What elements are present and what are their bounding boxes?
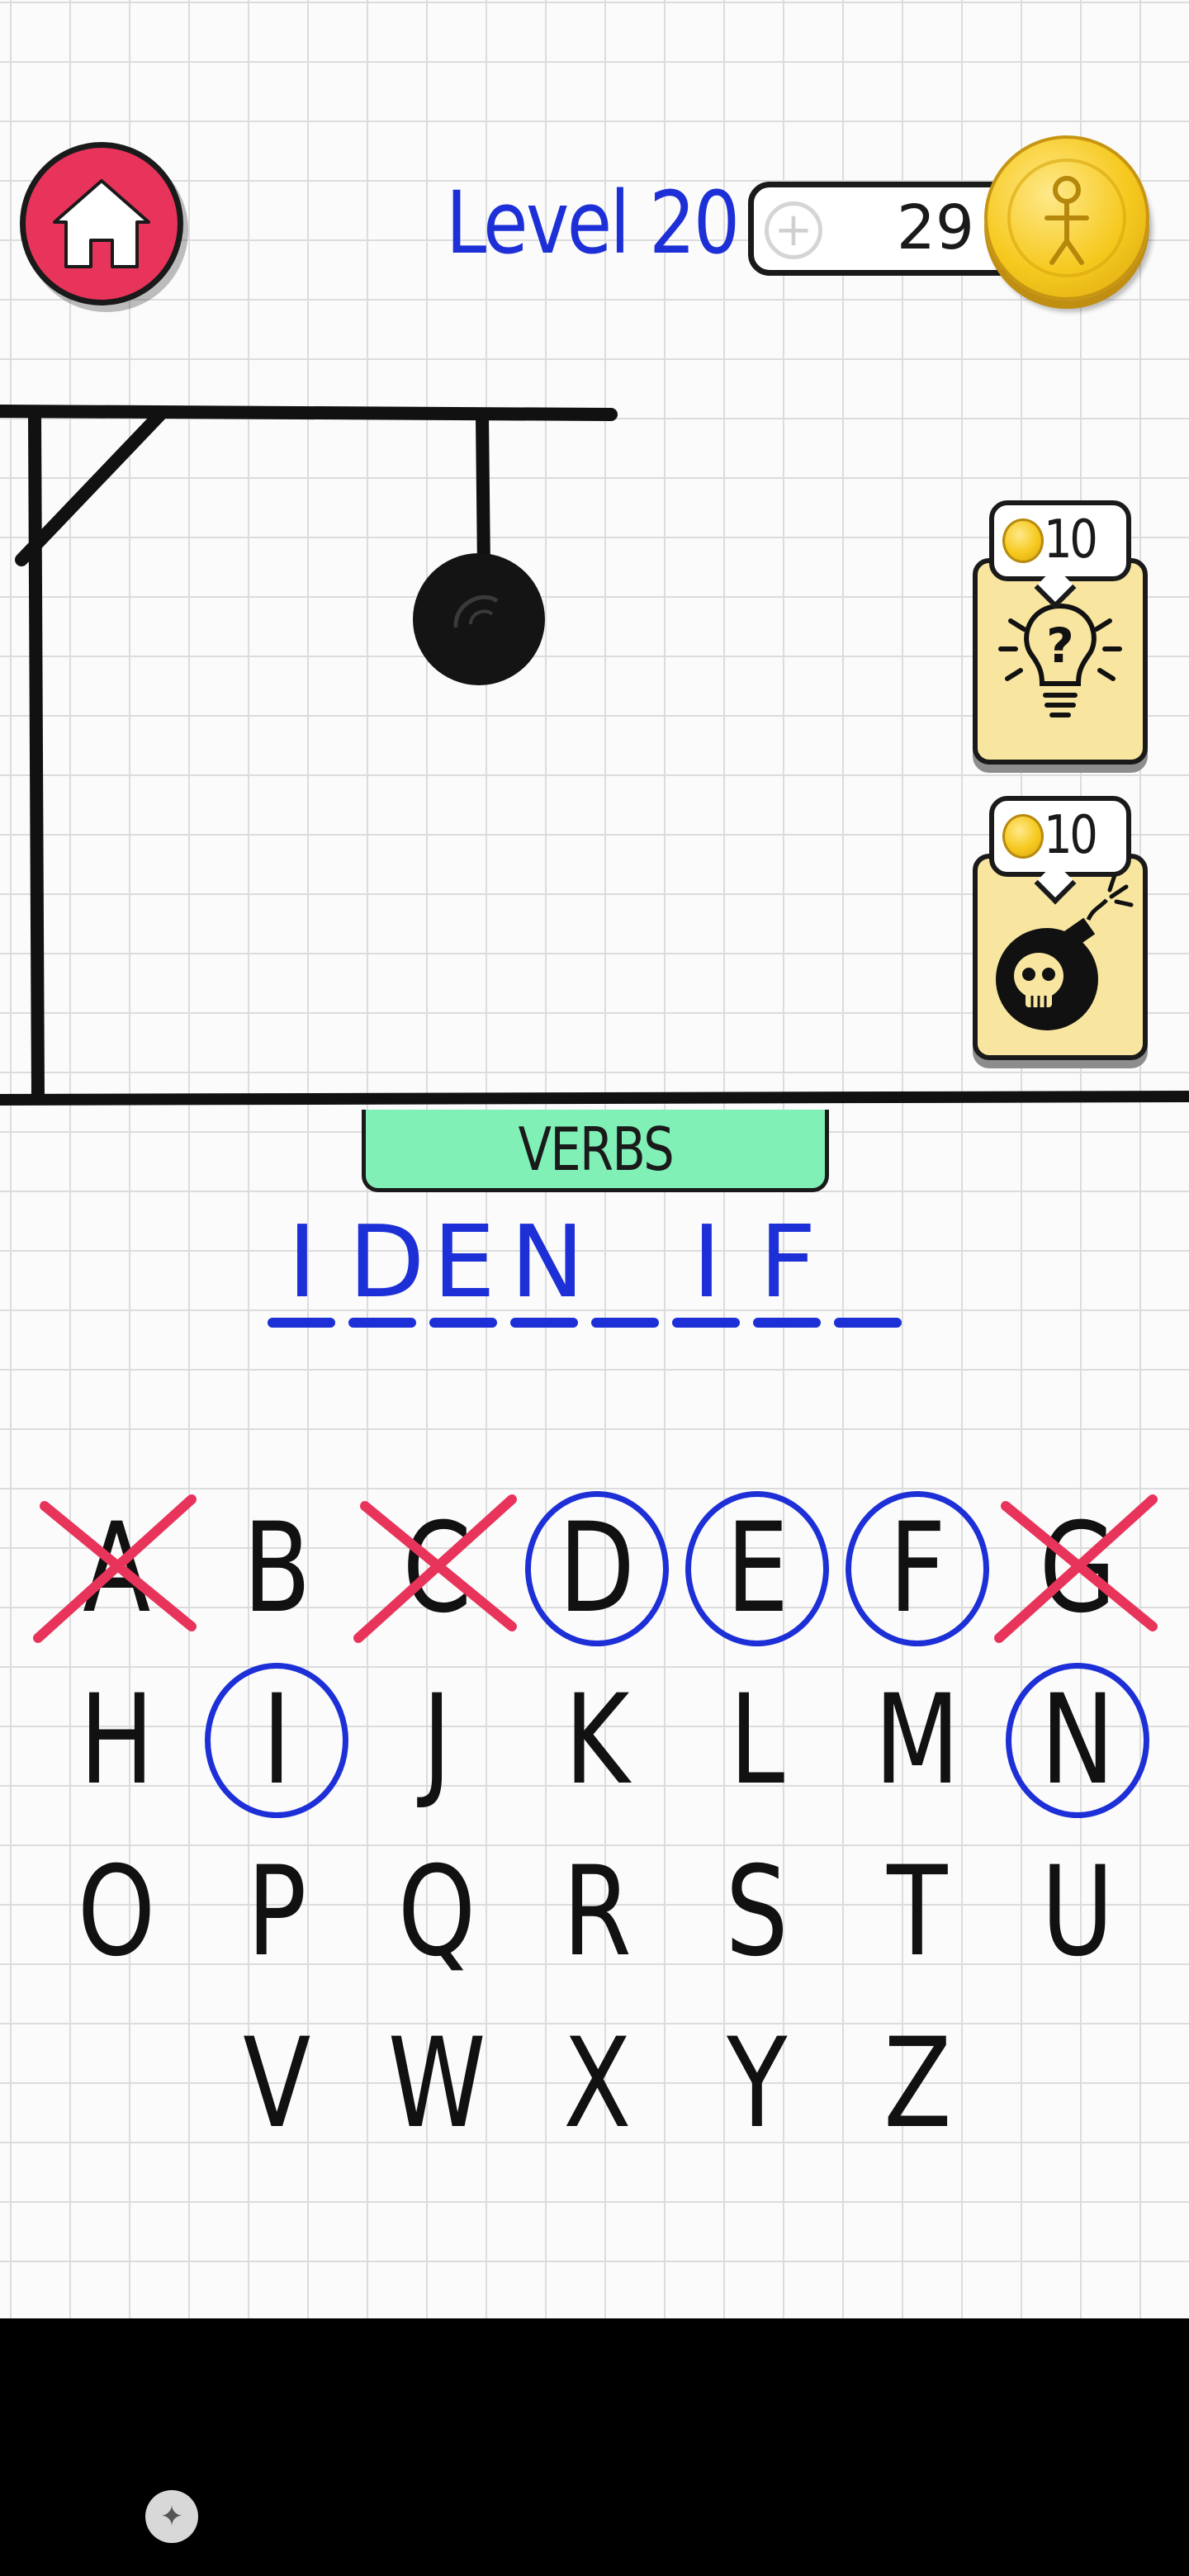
stickman-coin-icon [984,135,1149,301]
correct-circle [525,1491,669,1646]
key-z[interactable]: Z [839,2001,996,2166]
svg-text:?: ? [1046,618,1074,674]
key-b[interactable]: B [198,1486,355,1651]
slot-letter: E [433,1205,495,1320]
key-s[interactable]: S [679,1830,836,1995]
assistant-icon[interactable]: ✦ [145,2490,198,2543]
letter-slot: F [753,1205,822,1338]
key-l[interactable]: L [679,1658,836,1823]
key-label: Q [397,1840,476,1984]
key-o[interactable]: O [38,1830,195,1995]
slot-letter: D [348,1205,425,1320]
category-label: VERBS [362,1110,829,1192]
bomb-price: 10 [1044,805,1098,866]
key-h[interactable]: H [38,1658,195,1823]
key-label: Y [727,2012,788,2156]
key-label: O [77,1840,156,1984]
letter-slot: I [268,1205,337,1338]
key-label: V [242,2012,311,2156]
correct-circle [1006,1663,1149,1818]
letter-slot: D [348,1205,425,1338]
key-r[interactable]: R [519,1830,675,1995]
slot-letter [591,1205,661,1321]
letter-slot [834,1205,903,1338]
key-e[interactable]: E [679,1486,836,1651]
correct-circle [846,1491,989,1646]
key-label: X [562,2012,632,2156]
key-d[interactable]: D [519,1486,675,1651]
key-label: M [874,1669,960,1812]
key-label: P [246,1840,307,1984]
home-icon [53,179,150,268]
correct-circle [205,1663,348,1818]
key-i[interactable]: I [198,1658,355,1823]
key-label: U [1041,1840,1114,1984]
wrong-cross-mark [33,1494,197,1643]
slot-letter: I [692,1205,722,1320]
key-label: L [729,1669,785,1812]
letter-slot: E [429,1205,499,1338]
coin-count: 29 [896,192,974,263]
gallows [0,405,618,1105]
slot-underline [591,1318,659,1328]
letter-slot [591,1205,661,1338]
key-label: Z [883,2012,952,2156]
key-label: T [887,1840,948,1984]
level-title: Level 20 [446,173,740,273]
key-k[interactable]: K [519,1658,675,1823]
key-p[interactable]: P [198,1830,355,1995]
key-label: R [562,1840,632,1984]
key-n[interactable]: N [999,1658,1156,1823]
slot-underline [510,1318,578,1328]
ground-line [0,1091,1189,1106]
slot-letter: F [759,1205,817,1320]
hint-price: 10 [1044,509,1098,571]
word-slots: IDENIF [264,1205,925,1338]
key-q[interactable]: Q [358,1830,515,1995]
hint-powerup-button[interactable]: ? 10 [973,500,1148,765]
slot-underline [348,1318,416,1328]
slot-underline [834,1318,902,1328]
coin-icon [1002,519,1044,563]
key-v[interactable]: V [198,2001,355,2166]
key-u[interactable]: U [999,1830,1156,1995]
home-button[interactable] [20,142,183,305]
correct-circle [685,1491,829,1646]
key-label: W [387,2012,486,2156]
letter-keyboard: ABCDEFG HIJKLMN OPQRSTU VWXYZ [0,1486,1189,2163]
slot-letter: I [287,1205,317,1320]
slot-letter [834,1205,903,1321]
key-label: K [564,1669,630,1812]
key-w[interactable]: W [358,2001,515,2166]
hangman-head [413,553,545,685]
wrong-cross-mark [994,1494,1158,1643]
key-f[interactable]: F [839,1486,996,1651]
slot-underline [753,1318,821,1328]
slot-underline [429,1318,497,1328]
letter-slot: N [510,1205,585,1338]
key-y[interactable]: Y [679,2001,836,2166]
coin-icon [1002,814,1044,859]
key-j[interactable]: J [358,1658,515,1823]
wrong-cross-mark [353,1494,517,1643]
slot-underline [268,1318,335,1328]
plus-icon[interactable]: + [765,201,822,259]
slot-letter: N [510,1205,585,1320]
key-m[interactable]: M [839,1658,996,1823]
bomb-powerup-button[interactable]: 10 [973,796,1148,1060]
key-a[interactable]: A [33,1486,197,1651]
key-label: H [78,1669,154,1812]
key-label: S [725,1840,789,1984]
key-t[interactable]: T [839,1830,996,1995]
key-label: J [422,1669,452,1812]
key-c[interactable]: C [353,1486,517,1651]
letter-slot: I [672,1205,741,1338]
key-x[interactable]: X [519,2001,675,2166]
slot-underline [672,1318,740,1328]
key-label: B [242,1497,311,1641]
key-g[interactable]: G [994,1486,1158,1651]
